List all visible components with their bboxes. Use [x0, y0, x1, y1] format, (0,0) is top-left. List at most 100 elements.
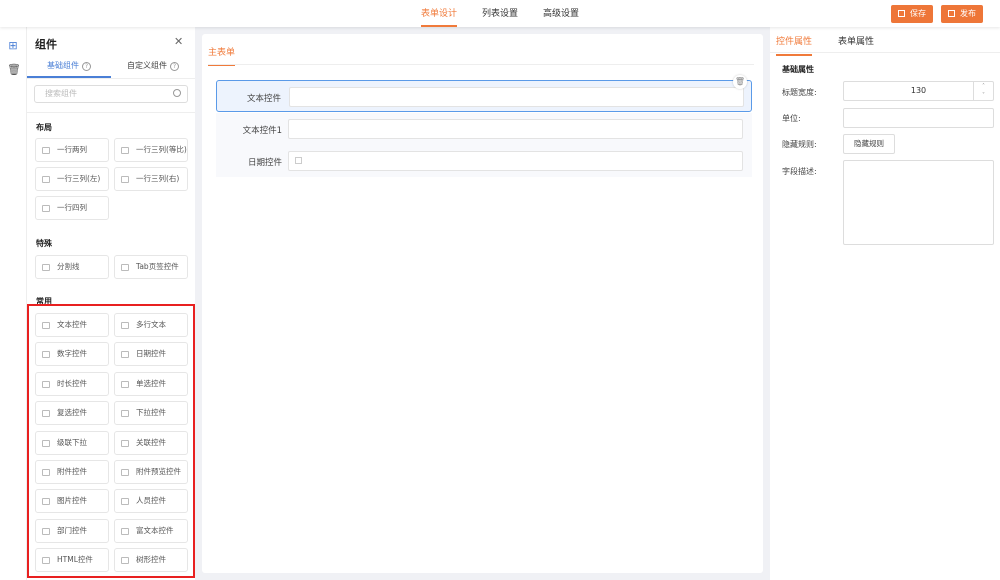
number-stepper[interactable]: ˄ ˅ [973, 82, 993, 100]
component-item[interactable]: 人员控件 [114, 489, 188, 514]
component-item[interactable]: 一行三列(右) [114, 167, 188, 191]
component-icon [42, 498, 50, 506]
hide-rule-button[interactable]: 隐藏规则 [843, 134, 895, 154]
section-title: 特殊 [36, 239, 52, 248]
component-item[interactable]: 单选控件 [114, 371, 188, 396]
close-icon[interactable]: ✕ [174, 35, 183, 48]
text-input[interactable] [289, 87, 744, 107]
help-icon: ? [170, 62, 179, 71]
component-label: 级联下拉 [57, 437, 87, 447]
description-textarea[interactable] [843, 160, 994, 245]
component-label: 一行三列(右) [136, 174, 180, 183]
grid-icon[interactable]: ⊞ [7, 40, 19, 52]
component-icon [121, 410, 129, 418]
form-canvas: 主表单 文本控件 🗑 文本控件1 日期控件 [202, 34, 763, 573]
component-label: 数字控件 [57, 349, 87, 359]
tab-custom-components[interactable]: 自定义组件? [111, 60, 195, 78]
component-label: 一行四列 [57, 203, 87, 212]
component-label: 一行两列 [57, 145, 87, 154]
title-width-input[interactable]: 130 ˄ ˅ [843, 81, 994, 101]
component-item[interactable]: HTML控件 [35, 548, 109, 573]
publish-button[interactable]: 发布 [941, 5, 983, 23]
tab-form-props[interactable]: 表单属性 [838, 34, 874, 54]
component-label: 下拉控件 [136, 408, 166, 418]
component-item[interactable]: 下拉控件 [114, 401, 188, 426]
help-icon: ? [82, 62, 91, 71]
component-icon [42, 322, 50, 329]
component-item[interactable]: 一行两列 [35, 138, 109, 162]
component-label: 部门控件 [57, 525, 87, 535]
search-input[interactable]: 搜索组件 [34, 85, 188, 103]
tab-main-form[interactable]: 主表单 [208, 45, 236, 66]
trash-icon[interactable]: 🗑 [7, 64, 21, 76]
component-item[interactable]: 附件控件 [35, 460, 109, 484]
component-icon [121, 527, 129, 535]
component-item[interactable]: 分割线 [35, 255, 109, 279]
component-label: 树形控件 [136, 555, 166, 565]
component-item[interactable]: 关联控件 [114, 430, 188, 455]
component-item[interactable]: 一行四列 [35, 196, 109, 220]
tab-advanced-settings[interactable]: 高级设置 [543, 0, 579, 27]
field-label: 文本控件 [246, 94, 281, 104]
component-icon [121, 557, 129, 565]
field-label: 文本控件1 [242, 126, 282, 136]
component-item[interactable]: 复选控件 [35, 401, 109, 426]
component-label: 富文本控件 [136, 525, 174, 535]
component-label: HTML控件 [57, 555, 93, 565]
component-item[interactable]: 数字控件 [35, 342, 109, 367]
tab-form-design[interactable]: 表单设计 [421, 0, 458, 27]
component-item[interactable]: 文本控件 [35, 313, 109, 337]
component-item[interactable]: 图片控件 [35, 489, 109, 514]
component-label: 附件预览控件 [136, 467, 181, 476]
component-icon [42, 380, 50, 388]
component-icon [42, 351, 50, 359]
component-item[interactable]: 树形控件 [114, 548, 188, 573]
section-title: 常用 [36, 297, 52, 306]
component-icon [42, 176, 50, 183]
component-label: Tab页签控件 [136, 262, 179, 271]
icon-rail: ⊞ 🗑 [0, 27, 27, 580]
delete-icon[interactable]: 🗑 [733, 75, 747, 89]
form-field-date[interactable]: 日期控件 [216, 145, 752, 177]
component-label: 文本控件 [57, 320, 87, 329]
tab-list-settings[interactable]: 列表设置 [482, 0, 518, 27]
save-label: 保存 [910, 9, 926, 18]
component-item[interactable]: 附件预览控件 [114, 460, 188, 484]
field-label: 日期控件 [247, 158, 282, 168]
component-icon [42, 527, 50, 535]
component-icon [42, 205, 50, 212]
component-label: 单选控件 [136, 378, 166, 388]
date-input[interactable] [288, 151, 743, 171]
component-item[interactable]: 部门控件 [35, 518, 109, 543]
tab-label: 基础组件 [47, 61, 79, 70]
publish-icon [948, 10, 955, 17]
component-item[interactable]: 日期控件 [114, 342, 188, 367]
component-label: 复选控件 [57, 408, 87, 418]
unit-input[interactable] [843, 108, 994, 128]
component-icon [121, 498, 129, 506]
calendar-icon [295, 157, 302, 164]
component-label: 一行三列(等比) [136, 145, 187, 154]
form-field-text[interactable]: 文本控件 🗑 [216, 75, 752, 112]
search-placeholder: 搜索组件 [45, 89, 77, 98]
component-item[interactable]: 级联下拉 [35, 430, 109, 455]
form-field-text-1[interactable]: 文本控件1 [216, 113, 752, 145]
component-icon [121, 264, 129, 271]
component-icon [42, 439, 50, 447]
unit-label: 单位: [782, 114, 801, 123]
component-item[interactable]: 多行文本 [114, 313, 188, 337]
component-item[interactable]: 一行三列(左) [35, 167, 109, 191]
component-icon [121, 176, 129, 183]
search-icon [173, 89, 181, 97]
component-item[interactable]: Tab页签控件 [114, 255, 188, 279]
component-item[interactable]: 一行三列(等比) [114, 138, 188, 162]
text-input[interactable] [288, 119, 743, 139]
component-icon [42, 410, 50, 418]
component-sidebar: 组件 ✕ 基础组件? 自定义组件? 搜索组件 布局 一行两列 一行三列(等比) 一行三… [27, 27, 195, 580]
save-button[interactable]: 保存 [891, 5, 933, 23]
component-icon [121, 322, 129, 329]
component-item[interactable]: 富文本控件 [114, 518, 188, 543]
tab-basic-components[interactable]: 基础组件? [27, 60, 111, 78]
component-icon [42, 264, 50, 271]
component-item[interactable]: 时长控件 [35, 371, 109, 396]
